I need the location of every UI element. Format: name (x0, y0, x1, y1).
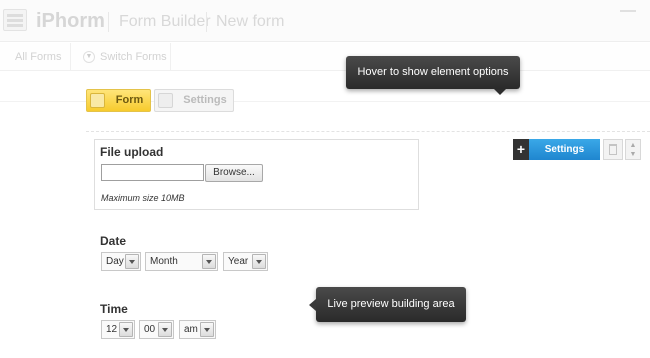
chevron-down-icon[interactable]: ▼ (83, 51, 95, 63)
app-header: iPhorm Form Builder New form (0, 0, 650, 42)
hour-select[interactable]: 12 (101, 320, 135, 339)
builder-divider (86, 131, 650, 132)
delete-element-button[interactable] (603, 139, 623, 160)
file-upload-label: File upload (100, 145, 164, 159)
header-section-title: Form Builder (119, 13, 211, 30)
chevron-down-icon (200, 322, 214, 337)
browse-button[interactable]: Browse... (205, 164, 263, 182)
year-select[interactable]: Year (223, 252, 268, 271)
minute-select[interactable]: 00 (139, 320, 174, 339)
subnav-divider (170, 43, 171, 71)
all-forms-link[interactable]: All Forms (15, 43, 61, 71)
month-select[interactable]: Month (145, 252, 218, 271)
month-select-value: Month (150, 256, 178, 267)
tab-settings[interactable]: Settings (154, 89, 234, 112)
subnav-divider (70, 43, 71, 71)
gear-icon (158, 93, 173, 108)
hour-select-value: 12 (106, 324, 118, 335)
live-preview-tooltip: Live preview building area (309, 287, 466, 322)
ampm-select-value: am (184, 324, 198, 335)
tab-form[interactable]: Form (86, 89, 151, 112)
switch-forms-link[interactable]: Switch Forms (100, 43, 167, 71)
ampm-select[interactable]: am (179, 320, 216, 339)
header-divider (108, 12, 109, 32)
tab-form-label: Form (115, 94, 144, 106)
element-settings-button[interactable]: Settings (529, 139, 600, 160)
file-path-input[interactable] (101, 164, 204, 181)
day-select-value: Day (106, 256, 124, 267)
minute-select-value: 00 (144, 324, 156, 335)
hover-options-tooltip: Hover to show element options (346, 56, 520, 95)
day-select[interactable]: Day (101, 252, 141, 271)
brand-name: iPhorm (36, 10, 105, 32)
logo-icon (3, 9, 27, 31)
form-icon (90, 93, 105, 108)
chevron-down-icon (119, 322, 133, 337)
menu-icon[interactable] (620, 10, 636, 12)
file-upload-description: Maximum size 10MB (101, 193, 185, 203)
chevron-down-icon (202, 254, 216, 269)
chevron-down-icon (252, 254, 266, 269)
header-divider (206, 12, 207, 32)
chevron-down-icon (125, 254, 139, 269)
date-label: Date (100, 234, 127, 248)
chevron-down-icon (158, 322, 172, 337)
trash-icon (609, 144, 617, 155)
add-element-button[interactable]: + (513, 139, 529, 160)
tab-settings-label: Settings (183, 94, 227, 106)
time-label: Time (100, 302, 128, 316)
year-select-value: Year (228, 256, 249, 267)
form-name-title[interactable]: New form (216, 13, 284, 31)
sub-navigation: All Forms ▼ Switch Forms (0, 43, 650, 71)
reorder-arrows-icon[interactable]: ▲ ▼ (625, 139, 641, 160)
